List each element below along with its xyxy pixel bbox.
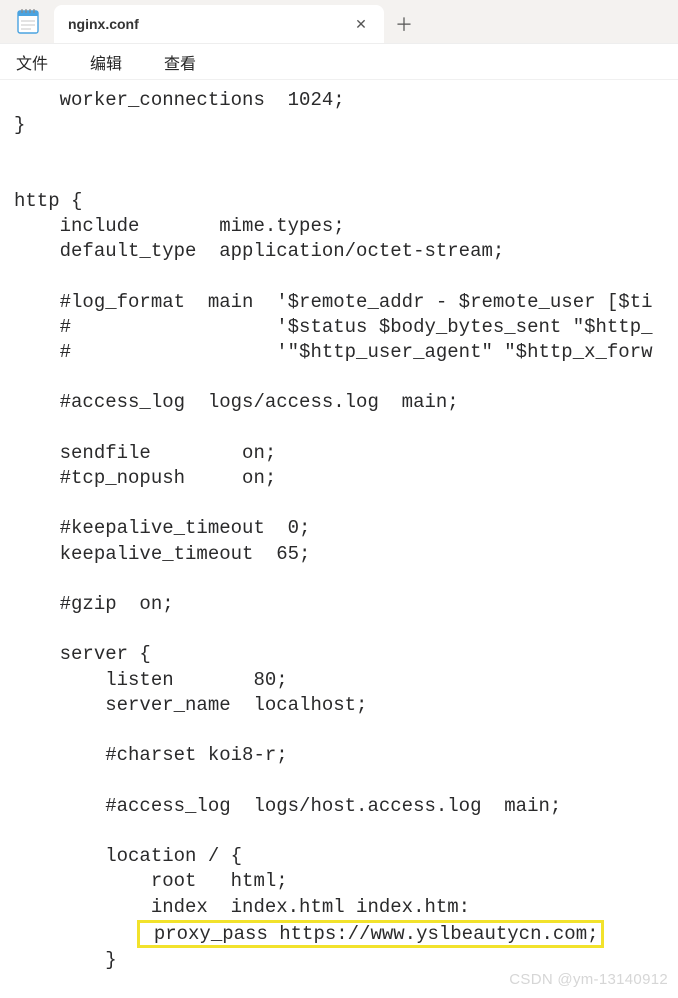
code-line: # '$status $body_bytes_sent "$http_ (14, 316, 653, 338)
code-line: listen 80; (14, 669, 288, 691)
code-line: server_name localhost; (14, 694, 367, 716)
menu-edit[interactable]: 编辑 (84, 46, 128, 78)
code-line: #gzip on; (14, 593, 174, 615)
code-line: # '"$http_user_agent" "$http_x_forw (14, 341, 653, 363)
code-line: root html; (14, 870, 288, 892)
code-line: http { (14, 190, 82, 212)
code-line: #keepalive_timeout 0; (14, 517, 310, 539)
code-line: index index.html index.htm: (14, 896, 470, 918)
code-line: include mime.types; (14, 215, 345, 237)
code-line: sendfile on; (14, 442, 276, 464)
code-line: #log_format main '$remote_addr - $remote… (14, 291, 653, 313)
menu-bar: 文件 编辑 查看 (0, 44, 678, 80)
notepad-icon (14, 7, 42, 35)
code-line: server { (14, 643, 151, 665)
code-line: default_type application/octet-stream; (14, 240, 504, 262)
watermark: CSDN @ym-13140912 (509, 967, 668, 992)
menu-file[interactable]: 文件 (10, 46, 54, 78)
new-tab-button[interactable]: ＋ (384, 5, 424, 43)
file-tab[interactable]: nginx.conf ✕ (54, 5, 384, 43)
code-line: } (14, 949, 117, 971)
close-icon[interactable]: ✕ (352, 15, 370, 33)
code-line (14, 923, 139, 945)
code-line: #access_log logs/access.log main; (14, 391, 459, 413)
code-line: worker_connections 1024; (14, 89, 345, 111)
tab-title: nginx.conf (68, 16, 352, 32)
code-line: keepalive_timeout 65; (14, 543, 310, 565)
code-line: #tcp_nopush on; (14, 467, 276, 489)
code-line: #charset koi8-r; (14, 744, 288, 766)
highlight-proxy-pass: proxy_pass https://www.yslbeautycn.com; (137, 920, 603, 948)
code-line: } (14, 114, 25, 136)
tab-bar: nginx.conf ✕ ＋ (0, 0, 678, 44)
menu-view[interactable]: 查看 (158, 46, 202, 78)
code-line: #access_log logs/host.access.log main; (14, 795, 561, 817)
code-line: location / { (14, 845, 242, 867)
editor-area[interactable]: worker_connections 1024; } http { includ… (0, 80, 678, 998)
